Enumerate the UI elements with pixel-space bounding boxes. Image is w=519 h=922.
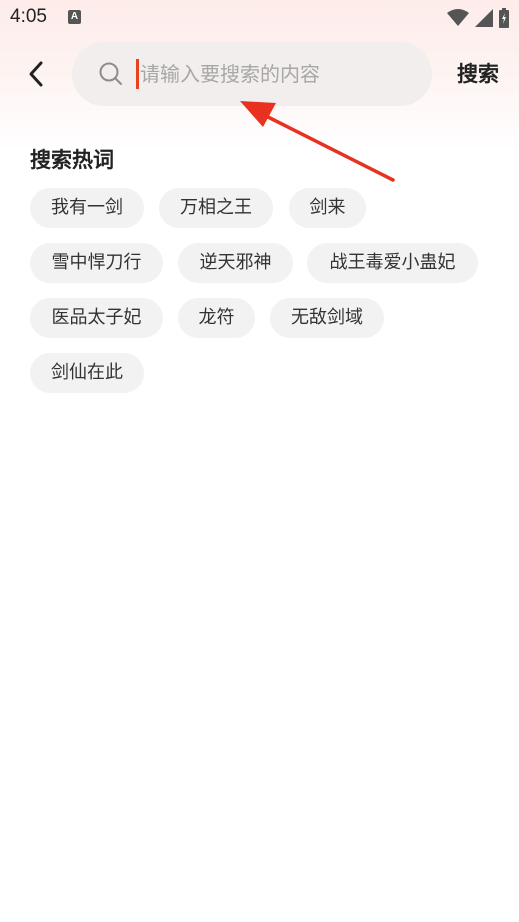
hot-word-tag[interactable]: 我有一剑 (30, 188, 144, 228)
notification-a-icon: A (68, 10, 81, 24)
search-button[interactable]: 搜索 (457, 58, 499, 88)
text-cursor (136, 59, 139, 89)
signal-icon (475, 9, 493, 27)
search-header: 搜索 (0, 42, 519, 106)
battery-icon (499, 8, 509, 28)
back-button[interactable] (18, 56, 54, 92)
hot-word-tag[interactable]: 龙符 (178, 298, 255, 338)
hot-words-title: 搜索热词 (30, 148, 114, 172)
chevron-left-icon (29, 61, 43, 87)
hot-word-tag[interactable]: 逆天邪神 (178, 243, 293, 283)
status-icons (447, 8, 509, 28)
hot-word-tag[interactable]: 剑仙在此 (30, 353, 144, 393)
hot-word-tag[interactable]: 万相之王 (159, 188, 273, 228)
hot-word-tag[interactable]: 无敌剑域 (270, 298, 384, 338)
hot-word-tag[interactable]: 雪中悍刀行 (30, 243, 163, 283)
search-input[interactable] (140, 56, 410, 92)
wifi-icon (447, 9, 469, 26)
hot-word-tag[interactable]: 医品太子妃 (30, 298, 163, 338)
search-screen: 4:05 A 请输入要搜索的内容 搜索 搜索热词 我有一剑 万相之王 剑来 雪中… (0, 0, 519, 922)
search-box[interactable] (72, 42, 432, 106)
hot-word-tag[interactable]: 战王毒爱小蛊妃 (307, 243, 478, 283)
status-time: 4:05 (10, 6, 47, 27)
status-bar: 4:05 A (0, 0, 519, 36)
hot-word-tag[interactable]: 剑来 (289, 188, 366, 228)
search-icon (99, 62, 122, 85)
